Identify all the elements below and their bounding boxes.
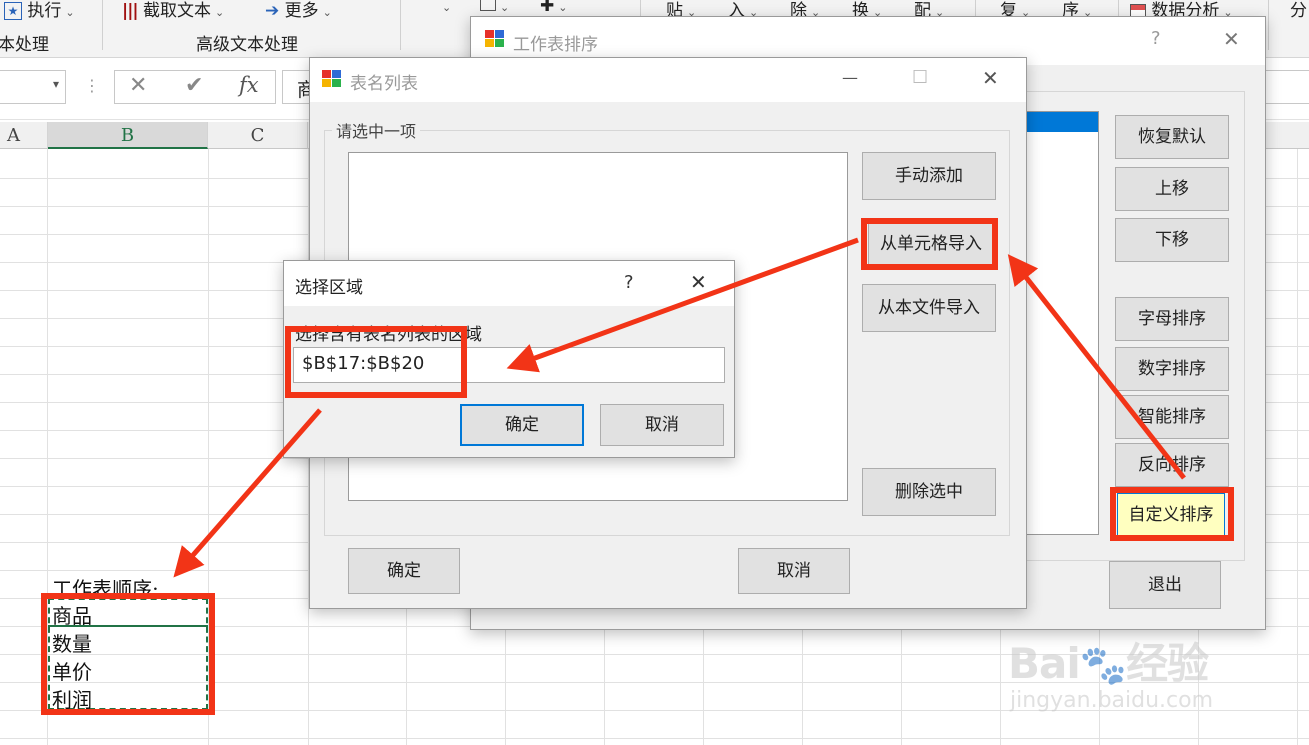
arrow-range-to-cells	[173, 408, 322, 578]
baidu-watermark: Bai🐾经验 jingyan.baidu.com	[1000, 620, 1300, 740]
watermark-url: jingyan.baidu.com	[1010, 688, 1214, 713]
watermark-brand: Bai🐾经验	[1008, 639, 1209, 688]
arrow-custom-to-import	[1007, 254, 1186, 480]
arrow-import-to-range	[506, 237, 859, 373]
paw-icon: 🐾	[1079, 643, 1127, 687]
